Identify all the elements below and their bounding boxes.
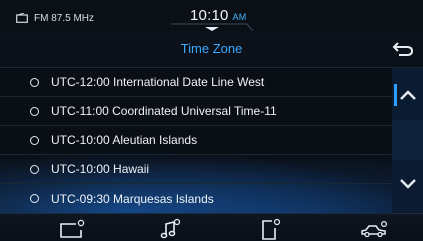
time-zone-label: UTC-10:00 Hawaii	[51, 162, 150, 176]
time-zone-label: UTC-11:00 Coordinated Universal Time-11	[51, 104, 277, 118]
scrollbar[interactable]	[392, 68, 423, 213]
sound-settings-icon	[160, 218, 181, 238]
display-settings-icon	[60, 219, 85, 238]
header: Time Zone	[0, 31, 423, 68]
clock[interactable]: 10:10 AM	[190, 7, 246, 24]
radio-button[interactable]	[30, 106, 39, 116]
radio-icon	[16, 12, 28, 23]
list-item[interactable]: UTC-10:00 Hawaii	[0, 155, 392, 184]
phone-settings-button[interactable]	[240, 217, 300, 240]
scroll-down-button[interactable]	[392, 161, 423, 206]
page-title: Time Zone	[180, 41, 243, 56]
radio-button[interactable]	[30, 135, 39, 145]
radio-button[interactable]	[30, 194, 39, 203]
list-item[interactable]: UTC-10:00 Aleutian Islands	[0, 126, 392, 155]
radio-frequency: FM 87.5 MHz	[34, 12, 95, 24]
time-zone-label: UTC-12:00 International Date Line West	[51, 75, 265, 89]
list-item[interactable]: UTC-09:30 Marquesas Islands	[0, 184, 392, 213]
time-zone-label: UTC-09:30 Marquesas Islands	[51, 191, 214, 206]
clock-ampm: AM	[232, 12, 247, 22]
scroll-position-indicator	[394, 84, 397, 106]
radio-button[interactable]	[30, 77, 39, 87]
list-item[interactable]: UTC-12:00 International Date Line West	[0, 68, 392, 97]
chevron-down-icon	[400, 179, 416, 189]
radio-button[interactable]	[30, 164, 39, 174]
time-zone-label: UTC-10:00 Aleutian Islands	[51, 133, 198, 147]
time-zone-list: UTC-12:00 International Date Line West U…	[0, 68, 392, 213]
vehicle-settings-icon	[361, 220, 388, 237]
radio-status: FM 87.5 MHz	[16, 11, 94, 25]
status-bar: FM 87.5 MHz 10:10 AM	[0, 0, 423, 32]
list-item[interactable]: UTC-11:00 Coordinated Universal Time-11	[0, 97, 392, 126]
back-arrow-icon	[392, 42, 414, 56]
scroll-track[interactable]	[392, 120, 423, 160]
bottom-navigation	[0, 213, 423, 241]
clock-time: 10:10	[190, 7, 229, 24]
sound-settings-button[interactable]	[140, 217, 200, 240]
back-button[interactable]	[391, 39, 415, 59]
vehicle-settings-button[interactable]	[344, 217, 404, 240]
scroll-up-button[interactable]	[392, 74, 423, 120]
phone-settings-icon	[262, 218, 281, 240]
display-settings-button[interactable]	[42, 217, 102, 240]
